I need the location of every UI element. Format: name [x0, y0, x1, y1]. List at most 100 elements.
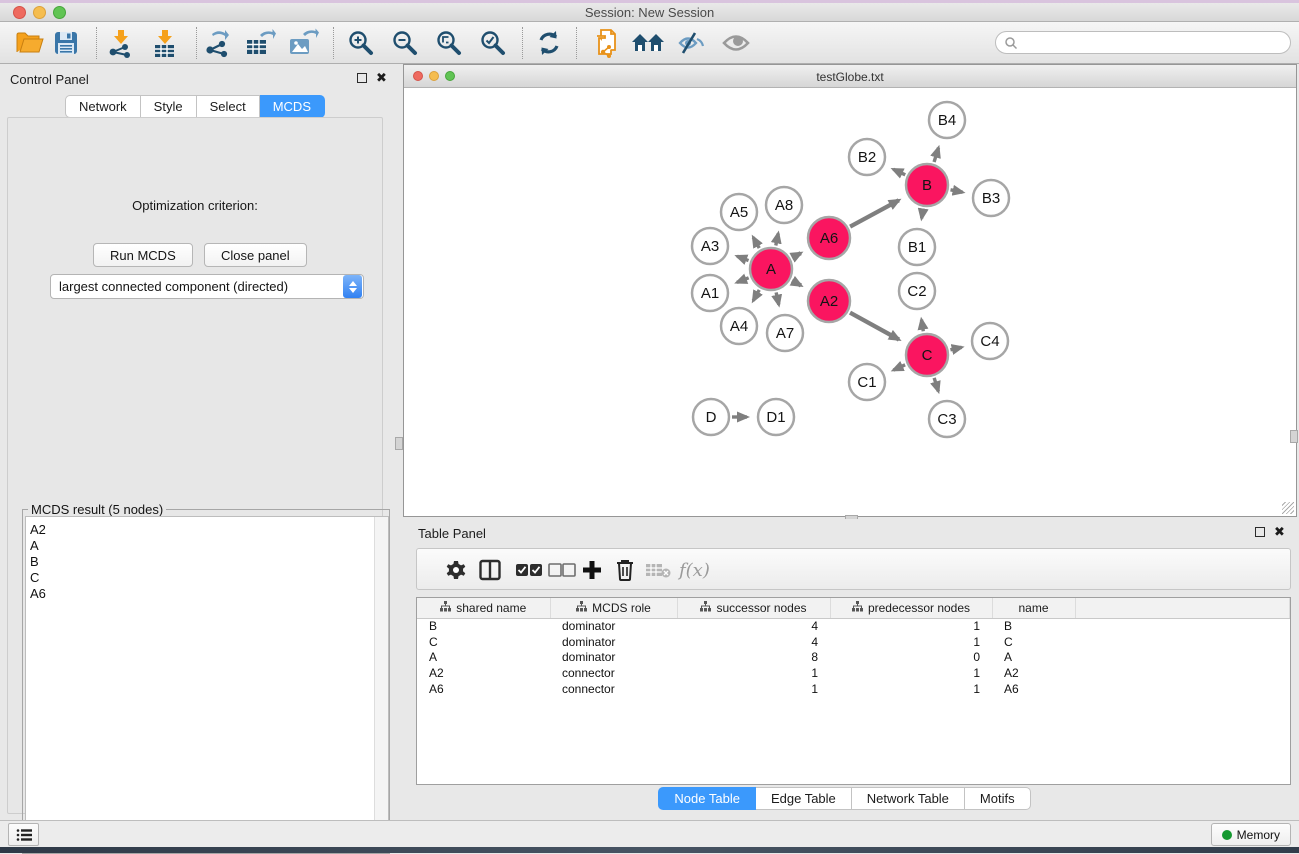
- close-panel-button[interactable]: Close panel: [204, 243, 307, 267]
- graph-edge-A-A4[interactable]: [753, 290, 759, 301]
- graph-edge-B-B4[interactable]: [934, 148, 938, 162]
- graph-edge-A2-C[interactable]: [850, 313, 899, 340]
- cell-name[interactable]: B: [992, 618, 1075, 634]
- zoom-fit-icon[interactable]: [430, 25, 468, 61]
- import-network-icon[interactable]: [101, 25, 139, 61]
- cell-name[interactable]: C: [992, 634, 1075, 650]
- table-close-icon[interactable]: ✖: [1274, 527, 1285, 537]
- graph-node-a6[interactable]: A6: [808, 217, 850, 259]
- column-header-predecessor-nodes[interactable]: predecessor nodes: [830, 598, 992, 618]
- cell-name[interactable]: A6: [992, 681, 1075, 697]
- graph-edge-B-B3[interactable]: [951, 190, 963, 192]
- export-table-icon[interactable]: [241, 25, 279, 61]
- graph-edge-A-A3[interactable]: [737, 256, 748, 260]
- import-table-icon[interactable]: [145, 25, 183, 61]
- tab-motifs[interactable]: Motifs: [965, 787, 1031, 810]
- zoom-in-icon[interactable]: [342, 25, 380, 61]
- export-network-icon[interactable]: [198, 25, 236, 61]
- graph-edge-A-A6[interactable]: [792, 253, 801, 258]
- memory-button[interactable]: Memory: [1211, 823, 1291, 846]
- graph-edge-A-A5[interactable]: [753, 237, 759, 248]
- graph-node-d[interactable]: D: [693, 399, 729, 435]
- open-file-icon[interactable]: [11, 25, 49, 61]
- home-layout-icon[interactable]: [629, 25, 667, 61]
- cell-shared-name[interactable]: B: [417, 618, 550, 634]
- result-item-b[interactable]: B: [30, 554, 388, 570]
- graph-node-b4[interactable]: B4: [929, 102, 965, 138]
- column-header-successor-nodes[interactable]: successor nodes: [677, 598, 830, 618]
- window-resize-grip[interactable]: [1282, 502, 1294, 514]
- copy-network-icon[interactable]: [588, 25, 626, 61]
- attribute-table[interactable]: shared nameMCDS rolesuccessor nodesprede…: [417, 598, 1290, 696]
- graph-node-b1[interactable]: B1: [899, 229, 935, 265]
- graph-node-b3[interactable]: B3: [973, 180, 1009, 216]
- search-input[interactable]: [995, 31, 1291, 54]
- criterion-select[interactable]: largest connected component (directed): [50, 274, 364, 299]
- deselect-all-columns-icon[interactable]: [548, 549, 576, 591]
- table-row[interactable]: Cdominator41C: [417, 634, 1290, 650]
- tab-edge-table[interactable]: Edge Table: [756, 787, 852, 810]
- graph-edge-B-B2[interactable]: [893, 169, 905, 175]
- show-columns-icon[interactable]: [479, 549, 501, 591]
- column-header-name[interactable]: name: [992, 598, 1075, 618]
- graph-node-a3[interactable]: A3: [692, 228, 728, 264]
- cell-predecessor-nodes[interactable]: 1: [830, 665, 992, 681]
- result-item-a2[interactable]: A2: [30, 522, 388, 538]
- column-header-shared-name[interactable]: shared name: [417, 598, 550, 618]
- graph-edge-C-C3[interactable]: [934, 378, 938, 391]
- graph-node-b[interactable]: B: [906, 164, 948, 206]
- cell-shared-name[interactable]: C: [417, 634, 550, 650]
- table-row[interactable]: A6connector11A6: [417, 681, 1290, 697]
- cell-MCDS-role[interactable]: dominator: [550, 649, 677, 665]
- cell-successor-nodes[interactable]: 1: [677, 681, 830, 697]
- graph-node-a8[interactable]: A8: [766, 187, 802, 223]
- graph-node-c3[interactable]: C3: [929, 401, 965, 437]
- table-row[interactable]: Bdominator41B: [417, 618, 1290, 634]
- graph-node-c1[interactable]: C1: [849, 364, 885, 400]
- cell-predecessor-nodes[interactable]: 1: [830, 681, 992, 697]
- graph-node-a[interactable]: A: [750, 248, 792, 290]
- add-column-icon[interactable]: [582, 549, 602, 591]
- graph-edge-A-A8[interactable]: [776, 233, 778, 245]
- graph-node-c4[interactable]: C4: [972, 323, 1008, 359]
- select-all-columns-icon[interactable]: [515, 549, 543, 591]
- graph-edge-C-C1[interactable]: [893, 365, 905, 370]
- graph-edge-A-A1[interactable]: [737, 278, 749, 283]
- table-options-icon[interactable]: [445, 549, 467, 591]
- graph-node-a4[interactable]: A4: [721, 308, 757, 344]
- graph-node-c2[interactable]: C2: [899, 273, 935, 309]
- cell-predecessor-nodes[interactable]: 1: [830, 618, 992, 634]
- delete-table-icon[interactable]: [645, 549, 671, 591]
- show-graphics-icon[interactable]: [717, 25, 755, 61]
- delete-column-icon[interactable]: [615, 549, 635, 591]
- cell-MCDS-role[interactable]: connector: [550, 681, 677, 697]
- table-float-icon[interactable]: [1255, 527, 1265, 537]
- cell-shared-name[interactable]: A: [417, 649, 550, 665]
- zoom-selected-icon[interactable]: [474, 25, 512, 61]
- result-scrollbar[interactable]: [374, 517, 388, 852]
- graph-edge-A-A2[interactable]: [792, 281, 801, 286]
- function-builder-icon[interactable]: f(x): [679, 549, 710, 591]
- left-splitter-handle[interactable]: [395, 437, 403, 450]
- graph-node-c[interactable]: C: [906, 334, 948, 376]
- mcds-result-list[interactable]: A2ABCA6: [25, 516, 389, 853]
- graph-node-a2[interactable]: A2: [808, 280, 850, 322]
- cell-successor-nodes[interactable]: 1: [677, 665, 830, 681]
- cell-name[interactable]: A2: [992, 665, 1075, 681]
- result-item-a[interactable]: A: [30, 538, 388, 554]
- task-history-button[interactable]: [8, 823, 39, 846]
- tab-network-table[interactable]: Network Table: [852, 787, 965, 810]
- cell-successor-nodes[interactable]: 8: [677, 649, 830, 665]
- cell-predecessor-nodes[interactable]: 0: [830, 649, 992, 665]
- tab-mcds[interactable]: MCDS: [260, 95, 325, 118]
- table-row[interactable]: A2connector11A2: [417, 665, 1290, 681]
- cell-shared-name[interactable]: A2: [417, 665, 550, 681]
- run-mcds-button[interactable]: Run MCDS: [93, 243, 193, 267]
- column-header-MCDS-role[interactable]: MCDS role: [550, 598, 677, 618]
- tab-network[interactable]: Network: [65, 95, 141, 118]
- float-panel-icon[interactable]: [357, 73, 367, 83]
- graph-node-b2[interactable]: B2: [849, 139, 885, 175]
- cell-MCDS-role[interactable]: dominator: [550, 618, 677, 634]
- graph-node-a5[interactable]: A5: [721, 194, 757, 230]
- result-item-a6[interactable]: A6: [30, 586, 388, 602]
